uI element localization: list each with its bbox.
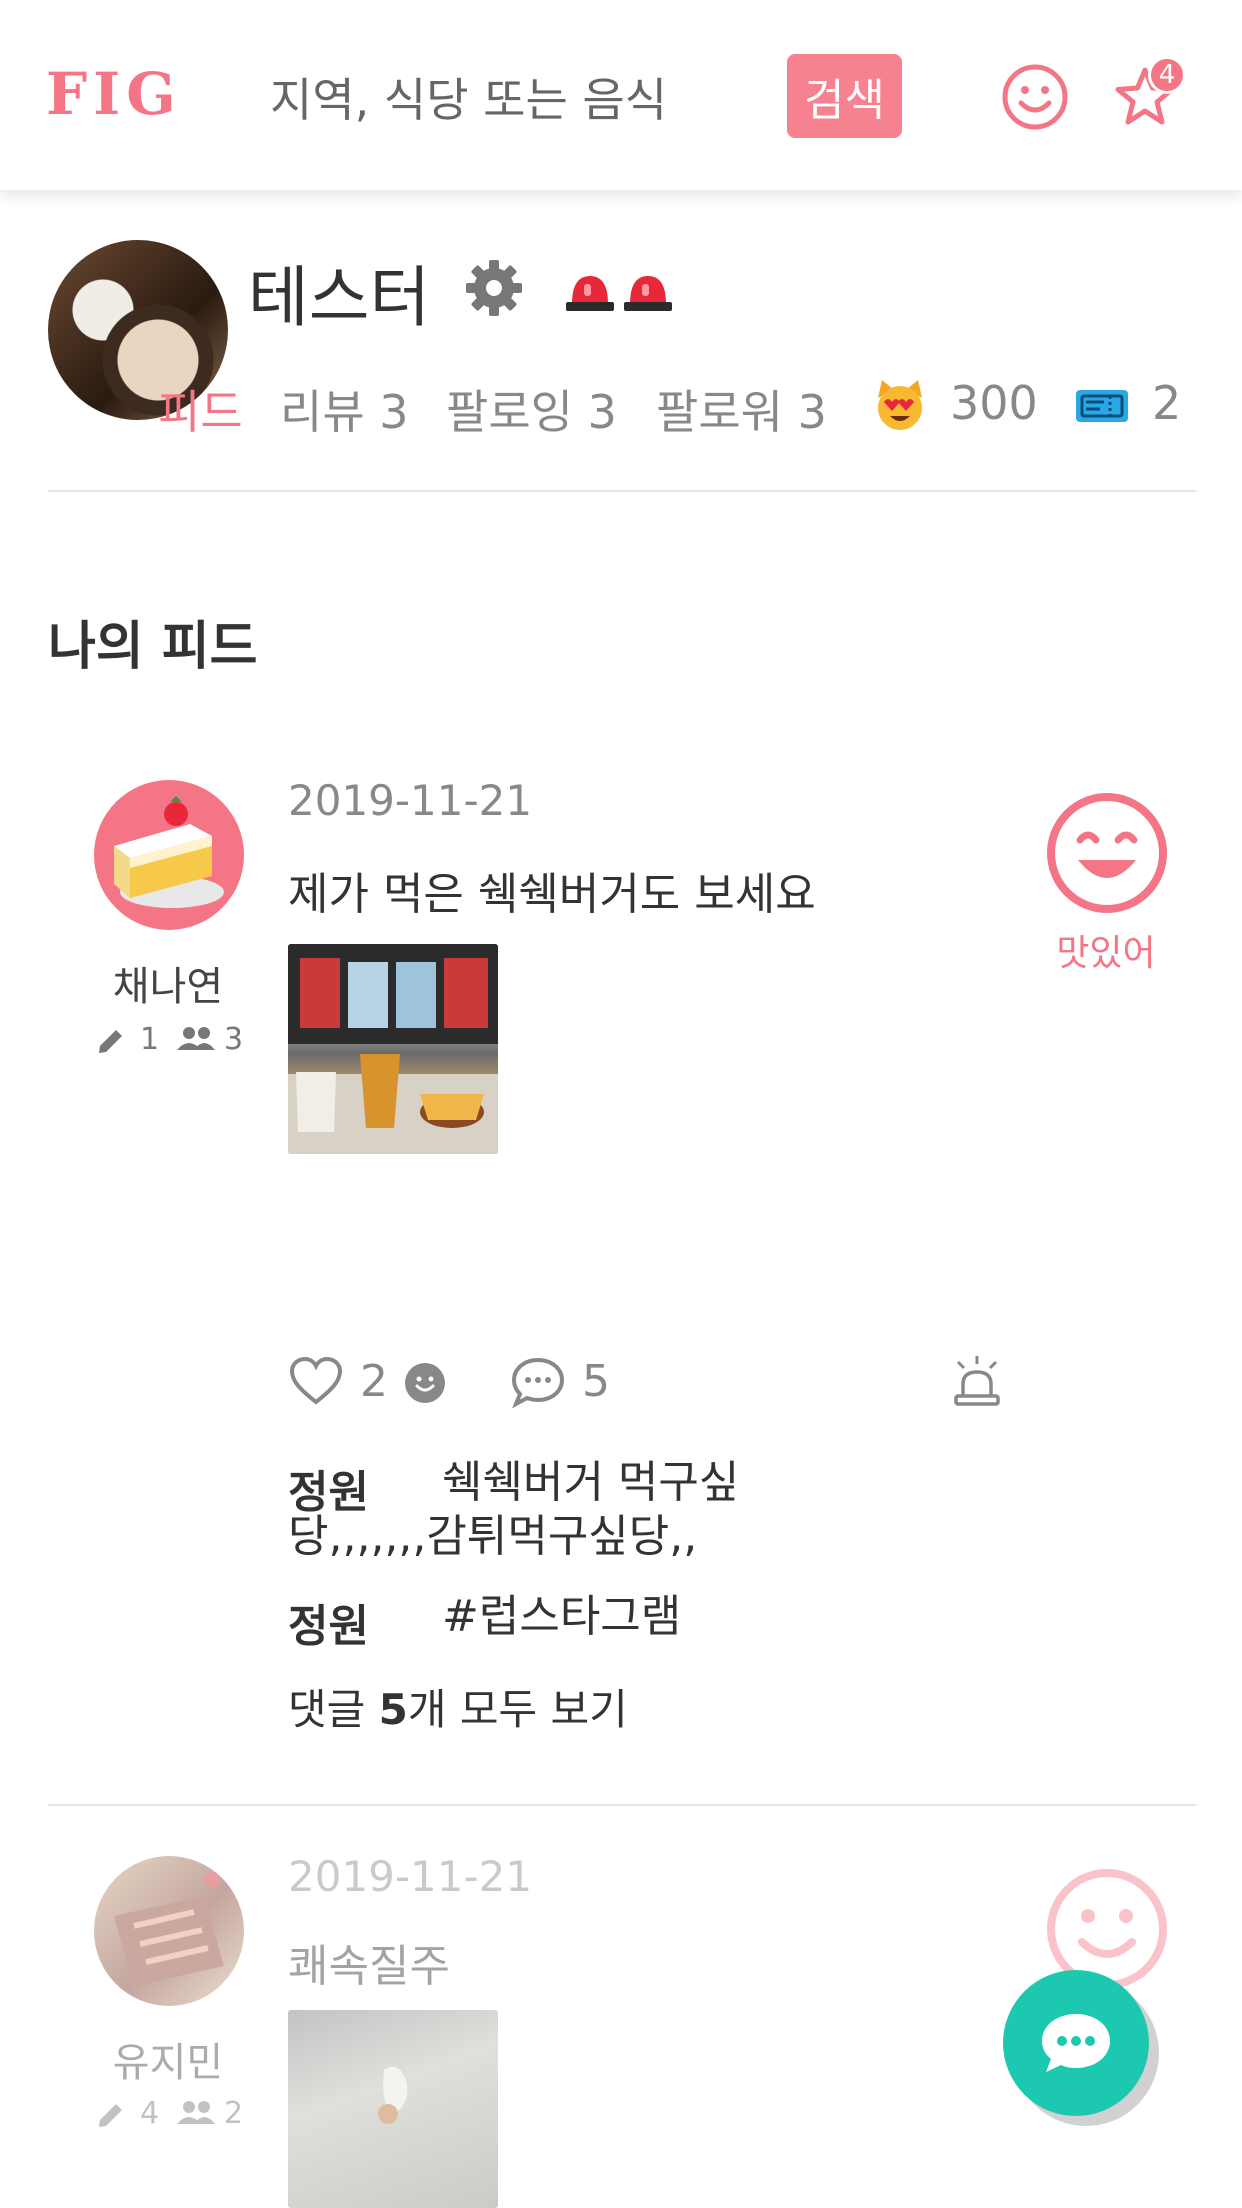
profile-stats: 피드 리뷰 3 팔로잉 3 팔로워 3 300 2 [0, 376, 1242, 439]
divider [48, 1804, 1196, 1806]
report-siren-icon[interactable] [950, 1354, 1004, 1408]
comment-bubble-icon[interactable] [510, 1356, 566, 1408]
section-title: 나의 피드 [48, 617, 258, 677]
post-text: 제가 먹은 쉑쉑버거도 보세요 [288, 869, 816, 920]
siren-badge-icon [566, 276, 614, 311]
author-post-count: 4 [140, 2096, 160, 2131]
view-all-prefix: 댓글 [288, 1685, 379, 1734]
cake-icon [114, 796, 224, 908]
app-logo[interactable]: FIG [46, 60, 182, 128]
author-name[interactable]: 채나연 [78, 954, 258, 1012]
photo-thumbnail-icon [378, 2066, 408, 2124]
post-photo[interactable] [288, 2010, 498, 2208]
people-icon [177, 1027, 215, 1050]
rating-delicious-icon [1047, 793, 1167, 913]
smiley-icon[interactable] [1000, 62, 1070, 132]
tab-feed[interactable]: 피드 [158, 376, 243, 442]
view-all-suffix: 개 모두 보기 [407, 1685, 628, 1734]
author-avatar[interactable] [94, 780, 244, 930]
author-avatar[interactable] [94, 1856, 244, 2006]
author-post-count: 1 [140, 1022, 160, 1057]
profile-name: 테스터 [248, 259, 431, 336]
tab-followers[interactable]: 팔로워 3 [656, 376, 827, 442]
divider [48, 490, 1196, 492]
author-friend-count: 2 [224, 2096, 244, 2131]
view-all-comments-link[interactable]: 댓글 5개 모두 보기 [288, 1676, 628, 1737]
comment-text: 쉑쉑버거 먹구싶당,,,,,,,감튀먹구싶당,, [288, 1457, 740, 1562]
author-friend-count: 3 [224, 1022, 244, 1057]
author-name[interactable]: 유지민 [78, 2030, 258, 2088]
comment-text: #럽스타그램 [442, 1591, 682, 1642]
reaction-smiley-icon[interactable] [404, 1362, 446, 1404]
search-input[interactable]: 지역, 식당 또는 음식 [270, 64, 667, 130]
chat-fab-button[interactable] [1003, 1970, 1149, 2116]
view-all-count: 5 [378, 1685, 408, 1734]
tab-following[interactable]: 팔로잉 3 [446, 376, 617, 442]
search-button[interactable]: 검색 [787, 54, 902, 138]
post-date: 2019-11-21 [288, 1852, 533, 1901]
ticket-icon [1076, 390, 1128, 422]
top-bar: FIG 지역, 식당 또는 음식 검색 4 [0, 0, 1242, 190]
settings-gear-icon[interactable] [462, 256, 526, 320]
post-date: 2019-11-21 [288, 776, 533, 825]
notification-badge: 4 [1148, 56, 1186, 94]
comment-count: 5 [582, 1356, 610, 1407]
tab-reviews[interactable]: 리뷰 3 [280, 376, 409, 442]
pencil-icon [99, 2104, 122, 2127]
like-heart-icon[interactable] [288, 1356, 344, 1406]
points-count: 300 [950, 376, 1038, 430]
tickets-count: 2 [1152, 376, 1182, 430]
comment-author[interactable]: 정원 [288, 1590, 369, 1654]
people-icon [177, 2101, 215, 2124]
heart-eyes-cat-icon [878, 380, 922, 430]
chat-bubble-icon [1042, 2014, 1110, 2072]
pencil-icon [99, 1030, 122, 1053]
burger-photo-icon [288, 944, 498, 1154]
like-count: 2 [360, 1356, 388, 1407]
rating-label: 맛있어 [1056, 933, 1156, 974]
post-photo[interactable] [288, 944, 498, 1154]
siren-badge-icon [624, 276, 672, 311]
post-text: 쾌속질주 [288, 1941, 450, 1992]
steak-photo-icon [114, 1872, 224, 1986]
